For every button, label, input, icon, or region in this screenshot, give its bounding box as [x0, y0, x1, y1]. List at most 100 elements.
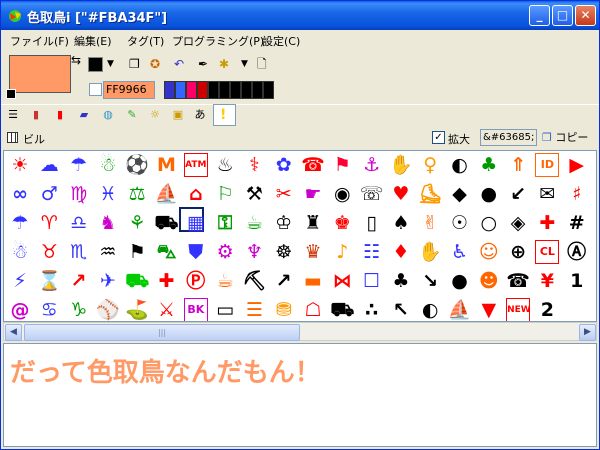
emoji-cell[interactable]: ✋ [389, 153, 413, 177]
emoji-cell[interactable]: ↗ [272, 269, 296, 293]
emoji-cell[interactable]: ◈ [506, 211, 530, 235]
emoji-cell[interactable]: ♦ [389, 240, 413, 264]
title-bar[interactable]: 色取鳥i ["#FBA34F"] _ □ ✕ [1, 1, 599, 30]
emoji-cell[interactable]: ⚔ [155, 298, 179, 321]
emoji-cell[interactable]: ♞ [96, 211, 120, 235]
menu-tag[interactable]: タグ(T) [127, 33, 164, 49]
emoji-cell[interactable]: ⇑ [506, 153, 530, 177]
emoji-cell[interactable]: ○ [477, 211, 501, 235]
emoji-cell[interactable]: ♚ [330, 211, 354, 235]
palette-chip[interactable] [241, 81, 252, 99]
horizontal-scrollbar[interactable]: ◀ ||| ▶ [3, 322, 597, 341]
emoji-cell[interactable]: ● [448, 269, 472, 293]
emoji-cell[interactable]: ♣ [477, 153, 501, 177]
preview-text-area[interactable]: だって色取鳥なんだもん！ [3, 343, 597, 447]
emoji-cell[interactable]: ☖ [301, 298, 325, 321]
emoji-cell[interactable]: ⋈ [330, 269, 354, 293]
emoji-cell[interactable]: ⚽ [125, 153, 149, 177]
emoji-cell[interactable]: ⚿ [213, 211, 237, 235]
bulb-icon[interactable]: ☼ [148, 109, 162, 121]
emoji-cell[interactable]: ✂ [272, 182, 296, 206]
emoji-cell[interactable]: ⚕ [242, 153, 266, 177]
emoji-cell[interactable]: BK [183, 298, 208, 321]
emoji-cell[interactable]: ◐ [418, 298, 442, 321]
emoji-cell[interactable]: ♈ [37, 211, 61, 235]
emoji-cell[interactable]: ☐ [360, 269, 384, 293]
emoji-cell[interactable]: ✚ [535, 211, 559, 235]
emoji-cell[interactable]: ♑ [67, 298, 91, 321]
emoji-cell[interactable]: CL [535, 240, 560, 264]
eyedropper-icon[interactable]: ✒ [198, 57, 208, 72]
emoji-cell[interactable]: ♿ [448, 240, 472, 264]
palette-chip[interactable] [186, 81, 197, 99]
emoji-cell[interactable]: Ⓐ [565, 240, 589, 264]
hex-color-field[interactable]: FF9966 [103, 81, 155, 99]
hiragana-icon[interactable]: あ [193, 109, 207, 121]
minimize-button[interactable]: _ [529, 5, 550, 26]
emoji-cell[interactable]: ↖ [389, 298, 413, 321]
emoji-cell[interactable]: ♔ [272, 211, 296, 235]
emoji-cell[interactable]: ✋ [418, 240, 442, 264]
hex-enable-checkbox[interactable] [89, 83, 102, 96]
emoji-cell[interactable]: ☕ [242, 211, 266, 235]
scroll-thumb[interactable]: ||| [24, 324, 300, 341]
emoji-cell[interactable]: ♏ [67, 240, 91, 264]
emoji-cell[interactable]: ⚓ [360, 153, 384, 177]
emoji-cell[interactable]: ↗ [67, 269, 91, 293]
emoji-cell[interactable]: M [155, 153, 179, 177]
emoji-cell[interactable]: ☉ [448, 211, 472, 235]
emoji-cell[interactable]: ⛍ [155, 240, 179, 264]
emoji-cell[interactable]: @ [8, 298, 32, 321]
emoji-cell[interactable]: ID [535, 153, 560, 177]
emoji-cell[interactable]: ♒ [96, 240, 120, 264]
emoji-cell[interactable]: ATM [183, 153, 208, 177]
emoji-cell[interactable]: ▬ [301, 269, 325, 293]
emoji-cell[interactable]: ⌛ [37, 269, 61, 293]
emoji-cell[interactable]: ♪ [330, 240, 354, 264]
palette-chip[interactable] [175, 81, 186, 99]
emoji-cell[interactable]: ⚾ [96, 298, 120, 321]
emoji-cell[interactable]: ✉ [535, 182, 559, 206]
emoji-cell[interactable]: ♯ [565, 182, 589, 206]
emoji-cell[interactable]: ● [477, 182, 501, 206]
emoji-cell[interactable]: ♓ [96, 182, 120, 206]
emoji-cell[interactable]: ⛳ [125, 298, 149, 321]
copy-icon[interactable]: ❐ [129, 57, 140, 72]
globe-icon[interactable]: ◍ [101, 109, 115, 121]
emoji-cell[interactable]: ☸ [272, 240, 296, 264]
emoji-cell[interactable]: ♎ [67, 211, 91, 235]
swap-colors-icon[interactable]: ⇆ [71, 53, 81, 67]
emoji-cell[interactable]: ♋ [37, 298, 61, 321]
emoji-cell[interactable]: ☁ [37, 153, 61, 177]
undo-icon[interactable]: ↶ [174, 57, 184, 72]
emoji-cell[interactable]: ⛊ [184, 240, 208, 264]
palette-chip[interactable] [263, 81, 274, 99]
emoji-cell[interactable]: ☀ [8, 153, 32, 177]
list-icon[interactable]: ☰ [6, 109, 20, 121]
emoji-cell[interactable]: 2 [535, 298, 559, 321]
emoji-cell[interactable]: ☂ [8, 211, 32, 235]
menu-programming[interactable]: プログラミング(P) [172, 33, 264, 49]
emoji-cell[interactable]: ☃ [96, 153, 120, 177]
emoji-cell[interactable]: ⚖ [125, 182, 149, 206]
emoji-cell[interactable]: ▶ [565, 153, 589, 177]
emoji-cell[interactable]: ⛏ [242, 269, 266, 293]
maximize-button[interactable]: □ [552, 5, 573, 26]
emoji-cell[interactable]: ∞ [8, 182, 32, 206]
close-button[interactable]: ✕ [575, 5, 596, 26]
emoji-cell[interactable]: ◉ [330, 182, 354, 206]
emoji-cell[interactable]: ♛ [301, 240, 325, 264]
emoji-cell[interactable]: ⛵ [448, 298, 472, 321]
emoji-cell[interactable]: ☂ [67, 153, 91, 177]
emoji-cell[interactable]: ✌ [418, 211, 442, 235]
emoji-cell[interactable]: ⊕ [506, 240, 530, 264]
emoji-cell[interactable]: ♂ [37, 182, 61, 206]
emoji-cell[interactable]: ⚘ [125, 211, 149, 235]
emoji-cell[interactable]: 1 [565, 269, 589, 293]
emoji-cell[interactable]: ♀ [418, 153, 442, 177]
emoji-cell[interactable]: ↘ [418, 269, 442, 293]
emoji-cell[interactable]: ⛟ [155, 211, 179, 235]
emoji-cell[interactable]: ⛟ [125, 269, 149, 293]
current-color-swatch[interactable] [9, 55, 71, 93]
menu-file[interactable]: ファイル(F) [10, 33, 69, 49]
